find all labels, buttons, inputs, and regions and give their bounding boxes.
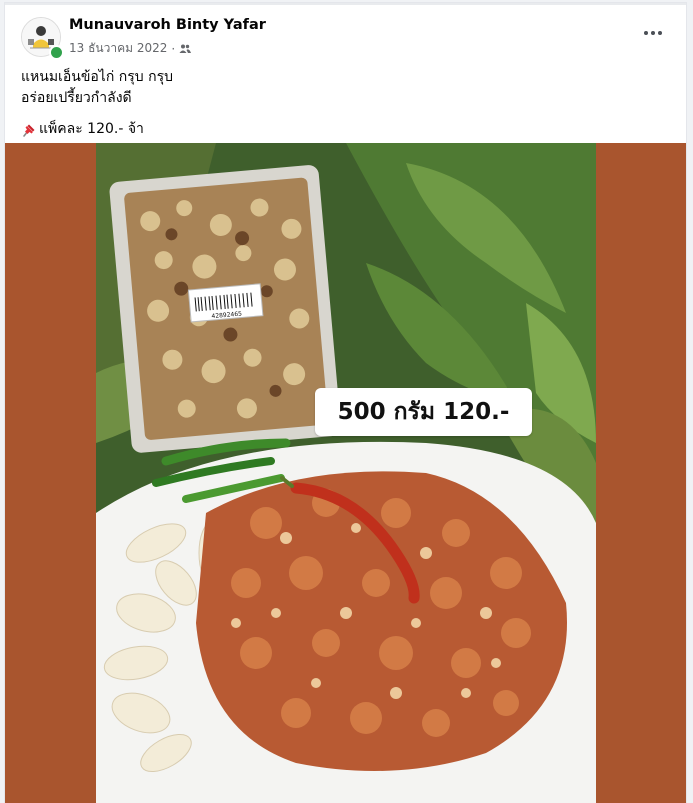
post-text-line: อร่อยเปรี้ยวกำลังดี xyxy=(21,90,132,106)
more-options-button[interactable] xyxy=(639,23,667,43)
pushpin-icon xyxy=(23,124,35,137)
post-header: Munauvaroh Binty Yafar 13 ธันวาคม 2022 · xyxy=(21,15,671,60)
post-meta: 13 ธันวาคม 2022 · xyxy=(69,39,192,58)
post-text-line: แพ็คละ 120.- จ้า xyxy=(39,121,144,137)
friends-icon[interactable] xyxy=(179,43,192,55)
post-body: แหนมเอ็นข้อไก่ กรุบ กรุบ อร่อยเปรี้ยวกำล… xyxy=(21,67,173,140)
divider xyxy=(5,3,686,5)
more-options-icon xyxy=(644,31,648,35)
post-text-line: แหนมเอ็นข้อไก่ กรุบ กรุบ xyxy=(21,69,173,85)
post-photo[interactable]: 42892465 500 กรัม 120.- xyxy=(5,143,686,803)
online-status-dot xyxy=(49,45,64,60)
author-name[interactable]: Munauvaroh Binty Yafar xyxy=(69,17,266,33)
product-image: 42892465 500 กรัม 120.- xyxy=(96,143,596,803)
food-photo-illustration: 42892465 xyxy=(96,143,596,803)
meta-separator: · xyxy=(171,41,176,56)
post-card: Munauvaroh Binty Yafar 13 ธันวาคม 2022 ·… xyxy=(4,2,687,803)
post-date[interactable]: 13 ธันวาคม 2022 xyxy=(69,39,167,58)
price-label: 500 กรัม 120.- xyxy=(315,388,532,436)
